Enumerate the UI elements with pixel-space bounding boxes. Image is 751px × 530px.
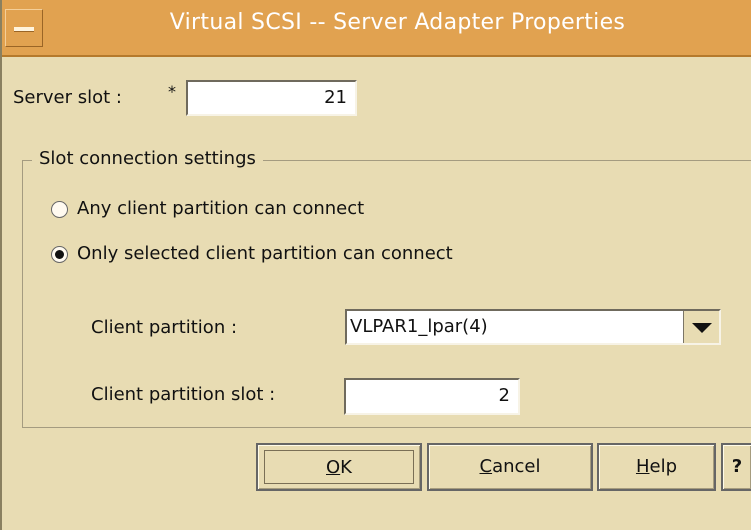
selected-client-label[interactable]: Only selected client partition can conne… bbox=[77, 243, 453, 264]
ok-button-label: OK bbox=[264, 450, 414, 484]
title-bar: Virtual SCSI -- Server Adapter Propertie… bbox=[2, 0, 751, 57]
any-client-radio[interactable] bbox=[51, 201, 68, 218]
any-client-label[interactable]: Any client partition can connect bbox=[77, 198, 364, 219]
client-partition-slot-input[interactable]: 2 bbox=[344, 378, 520, 415]
server-slot-input[interactable]: 21 bbox=[186, 80, 357, 116]
client-partition-label: Client partition : bbox=[91, 317, 238, 338]
ok-button[interactable]: OK bbox=[256, 443, 422, 491]
required-mark: * bbox=[168, 82, 176, 101]
dialog-window: Virtual SCSI -- Server Adapter Propertie… bbox=[0, 0, 751, 530]
selected-client-radio[interactable] bbox=[51, 246, 68, 263]
dialog-title: Virtual SCSI -- Server Adapter Propertie… bbox=[169, 10, 626, 35]
cancel-button[interactable]: Cancel bbox=[427, 443, 593, 491]
dropdown-arrow-icon[interactable] bbox=[683, 311, 719, 343]
client-partition-slot-label: Client partition slot : bbox=[91, 384, 276, 405]
client-partition-value: VLPAR1_lpar(4) bbox=[350, 316, 488, 337]
client-partition-select[interactable]: VLPAR1_lpar(4) bbox=[345, 309, 721, 345]
help-button[interactable]: Help bbox=[597, 443, 716, 491]
slot-connection-settings-label: Slot connection settings bbox=[32, 148, 263, 169]
context-help-button[interactable]: ? bbox=[721, 443, 751, 491]
server-slot-label: Server slot : bbox=[13, 87, 122, 108]
